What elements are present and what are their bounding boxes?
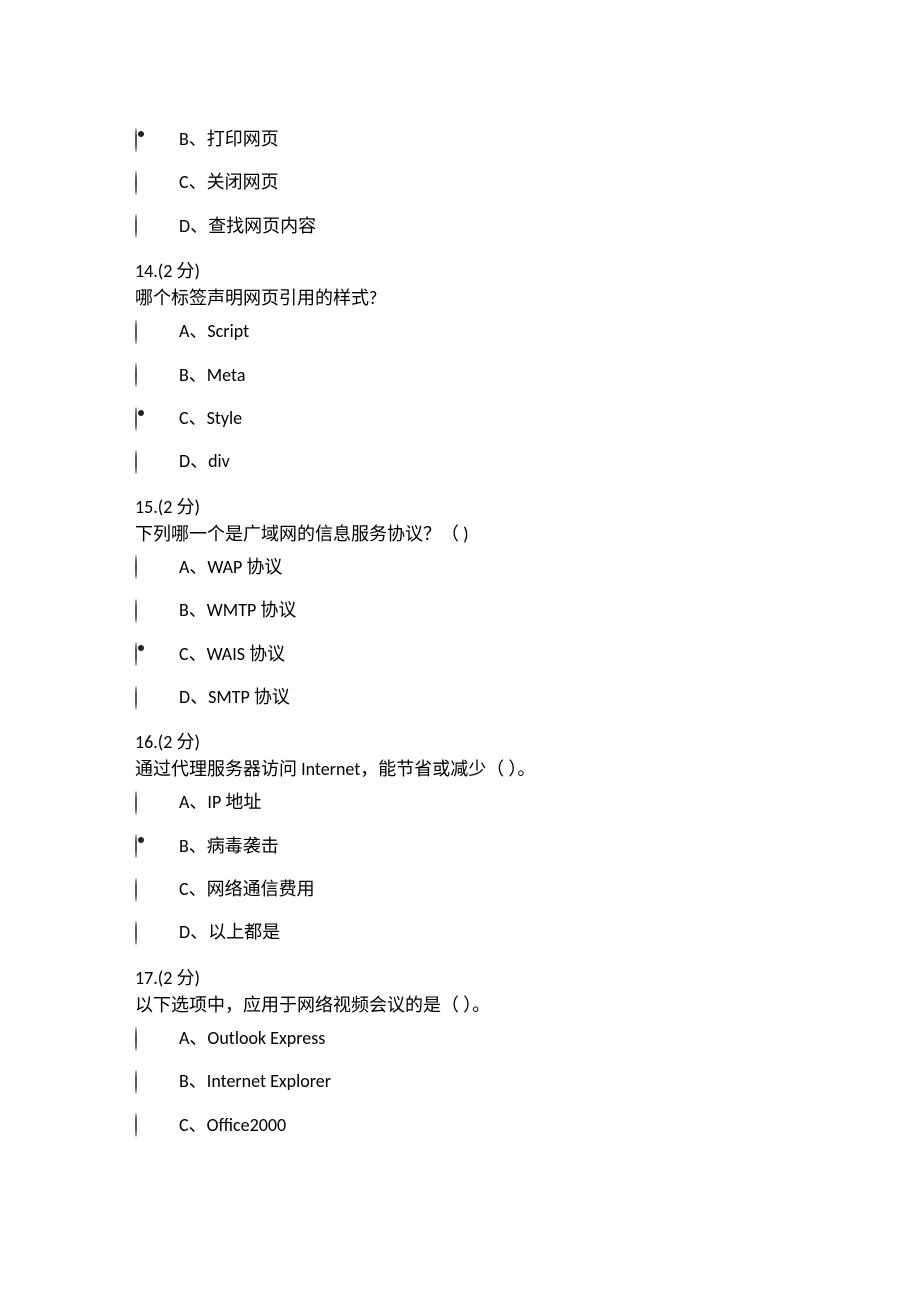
radio-icon	[135, 451, 151, 467]
question-stem: 哪个标签声明网页引用的样式?	[135, 285, 785, 312]
q14-option-c[interactable]: C、Style	[135, 407, 785, 430]
option-label: B、病毒袭击	[179, 835, 279, 858]
option-label: D、SMTP 协议	[179, 686, 290, 709]
radio-icon	[135, 643, 151, 659]
radio-icon	[135, 792, 151, 808]
radio-icon	[135, 922, 151, 938]
question-number-points: 14.(2 分)	[135, 258, 785, 285]
q16-header: 16.(2 分) 通过代理服务器访问 Internet，能节省或减少（ ）。	[135, 729, 785, 783]
q17-option-a[interactable]: A、Outlook Express	[135, 1027, 785, 1050]
option-label: B、Internet Explorer	[179, 1070, 331, 1093]
radio-icon	[135, 879, 151, 895]
option-label: C、WAIS 协议	[179, 643, 285, 666]
radio-icon	[135, 129, 151, 145]
q15-header: 15.(2 分) 下列哪一个是广域网的信息服务协议？（ )	[135, 494, 785, 548]
radio-icon	[135, 321, 151, 337]
question-number-points: 16.(2 分)	[135, 729, 785, 756]
radio-icon	[135, 215, 151, 231]
q15-option-c[interactable]: C、WAIS 协议	[135, 643, 785, 666]
radio-icon	[135, 364, 151, 380]
q16-option-b[interactable]: B、病毒袭击	[135, 835, 785, 858]
option-label: C、网络通信费用	[179, 878, 315, 901]
option-label: D、查找网页内容	[179, 215, 316, 238]
option-label: C、关闭网页	[179, 171, 279, 194]
q17-header: 17.(2 分) 以下选项中，应用于网络视频会议的是（ ）。	[135, 965, 785, 1019]
q15-option-d[interactable]: D、SMTP 协议	[135, 686, 785, 709]
radio-icon	[135, 408, 151, 424]
q16-option-d[interactable]: D、以上都是	[135, 921, 785, 944]
option-label: B、Meta	[179, 364, 245, 387]
q13-option-c[interactable]: C、关闭网页	[135, 171, 785, 194]
q14-option-b[interactable]: B、Meta	[135, 364, 785, 387]
q14-option-a[interactable]: A、Script	[135, 320, 785, 343]
radio-icon	[135, 1071, 151, 1087]
radio-icon	[135, 556, 151, 572]
q15-option-b[interactable]: B、WMTP 协议	[135, 599, 785, 622]
q14-header: 14.(2 分) 哪个标签声明网页引用的样式?	[135, 258, 785, 312]
radio-icon	[135, 1114, 151, 1130]
option-label: A、Outlook Express	[179, 1027, 325, 1050]
radio-icon	[135, 835, 151, 851]
q16-option-a[interactable]: A、IP 地址	[135, 791, 785, 814]
q17-option-b[interactable]: B、Internet Explorer	[135, 1070, 785, 1093]
q14-option-d[interactable]: D、div	[135, 450, 785, 473]
q13-option-d[interactable]: D、查找网页内容	[135, 215, 785, 238]
option-label: A、Script	[179, 320, 249, 343]
radio-icon	[135, 172, 151, 188]
option-label: B、打印网页	[179, 128, 279, 151]
option-label: C、Style	[179, 407, 242, 430]
question-number-points: 17.(2 分)	[135, 965, 785, 992]
question-stem: 通过代理服务器访问 Internet，能节省或减少（ ）。	[135, 756, 785, 783]
q16-option-c[interactable]: C、网络通信费用	[135, 878, 785, 901]
option-label: B、WMTP 协议	[179, 599, 296, 622]
q17-option-c[interactable]: C、Office2000	[135, 1114, 785, 1137]
question-number-points: 15.(2 分)	[135, 494, 785, 521]
q15-option-a[interactable]: A、WAP 协议	[135, 556, 785, 579]
q13-option-b[interactable]: B、打印网页	[135, 128, 785, 151]
radio-icon	[135, 1028, 151, 1044]
option-label: C、Office2000	[179, 1114, 286, 1137]
radio-icon	[135, 687, 151, 703]
option-label: D、以上都是	[179, 921, 280, 944]
option-label: A、WAP 协议	[179, 556, 282, 579]
question-stem: 以下选项中，应用于网络视频会议的是（ ）。	[135, 992, 785, 1019]
radio-icon	[135, 600, 151, 616]
option-label: D、div	[179, 450, 230, 473]
question-stem: 下列哪一个是广域网的信息服务协议？（ )	[135, 521, 785, 548]
option-label: A、IP 地址	[179, 791, 261, 814]
